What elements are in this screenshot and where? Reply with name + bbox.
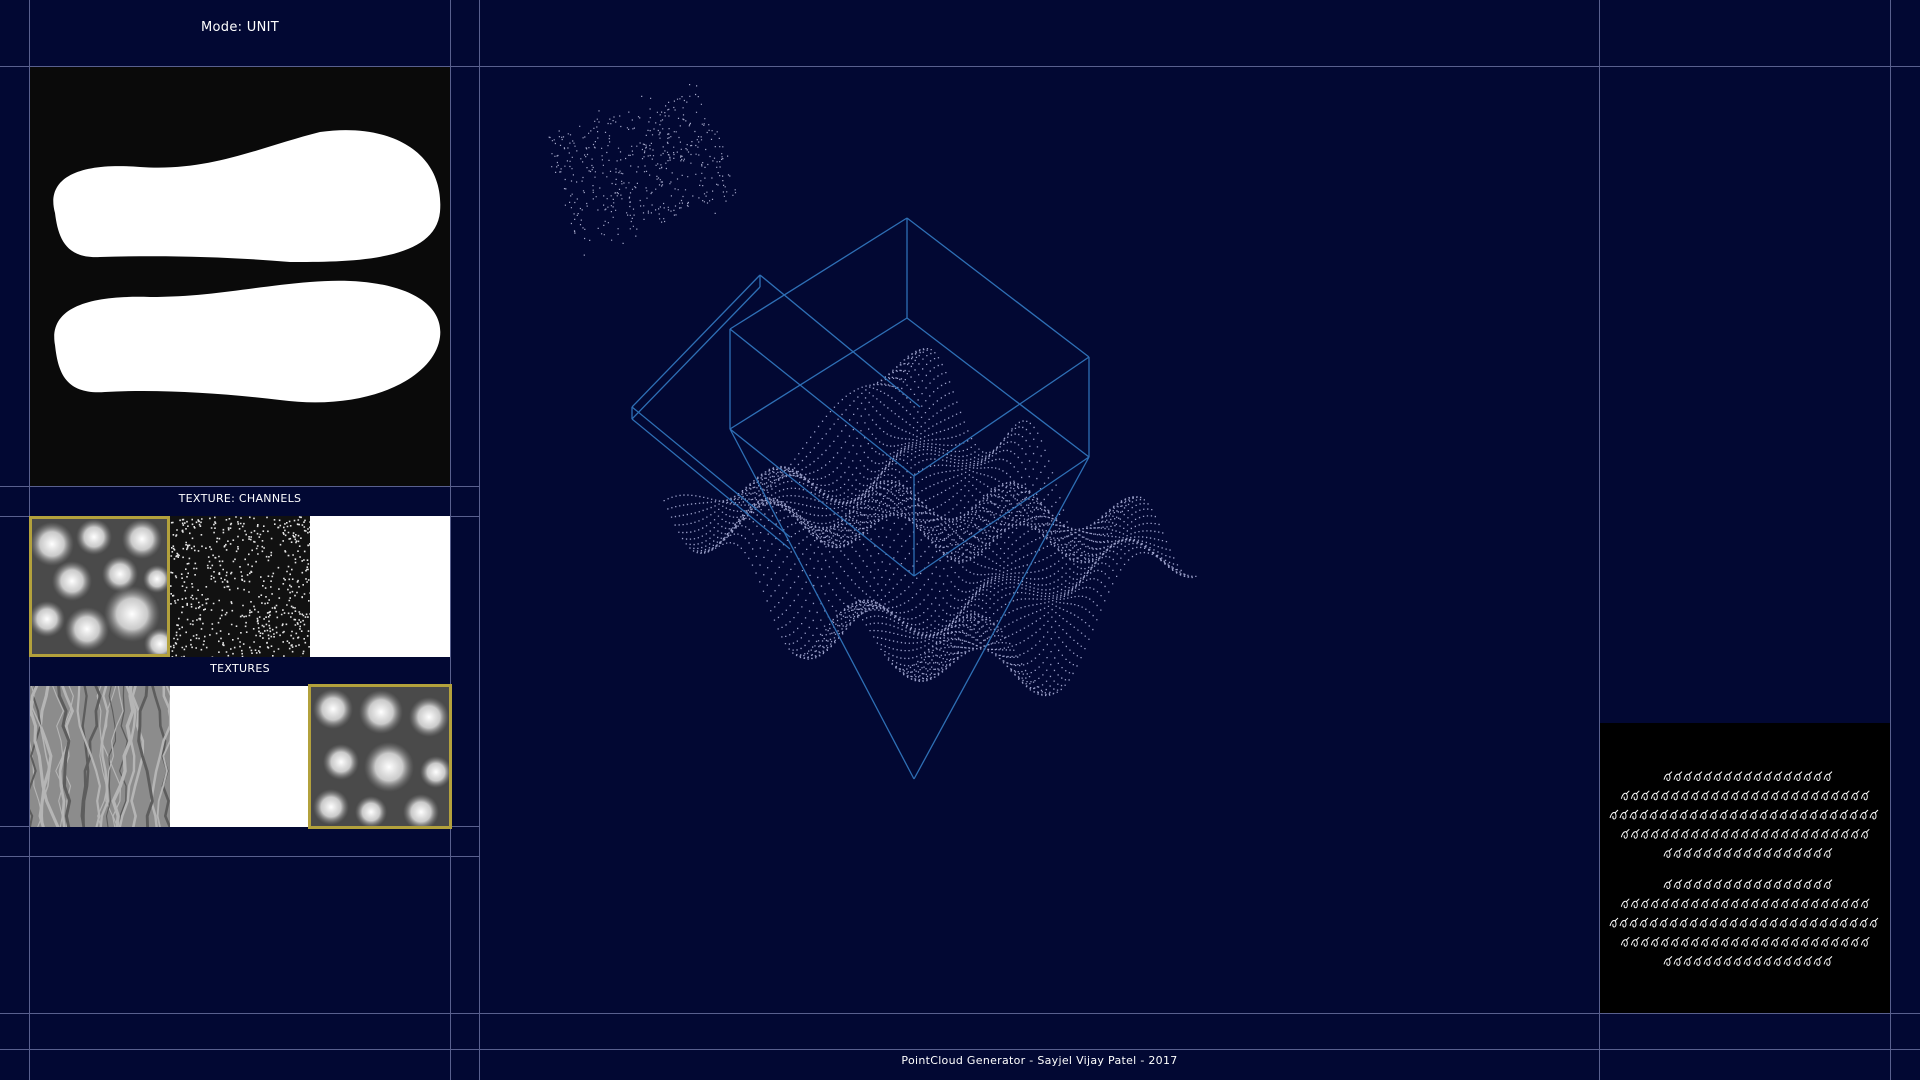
grid-line [0,1049,1920,1050]
output-pattern-preview[interactable] [1600,723,1890,1013]
grid-line [0,856,480,857]
shoe-sole-mask-image [53,130,441,403]
texture-tile-blank[interactable] [170,686,310,827]
pattern-preview-image [1609,771,1879,966]
grid-line [1890,0,1891,1080]
footer-credit: PointCloud Generator - Sayjel Vijay Pate… [901,1054,1178,1067]
blob-noise-texture [32,519,167,654]
texture-channels-label: TEXTURE: CHANNELS [178,492,302,505]
channel-tile-dot-scatter[interactable] [170,516,310,657]
mode-label: Mode: UNIT [201,20,279,35]
texture-tile-blob-noise[interactable] [308,684,452,829]
channel-tile-blank[interactable] [310,516,450,657]
blob-noise-texture [311,687,449,826]
channel-tile-blob-noise[interactable] [29,516,170,657]
grid-line [450,0,451,1080]
grid-line [0,1013,1920,1014]
wrinkle-noise-texture [30,686,170,827]
3d-viewport[interactable] [480,67,1599,1013]
mask-preview[interactable] [30,67,450,486]
point-cloud-render [548,84,1197,780]
grid-line [0,486,480,487]
dot-scatter-texture [170,516,310,657]
textures-label: TEXTURES [210,662,270,675]
texture-tile-wrinkle-noise[interactable] [30,686,170,827]
